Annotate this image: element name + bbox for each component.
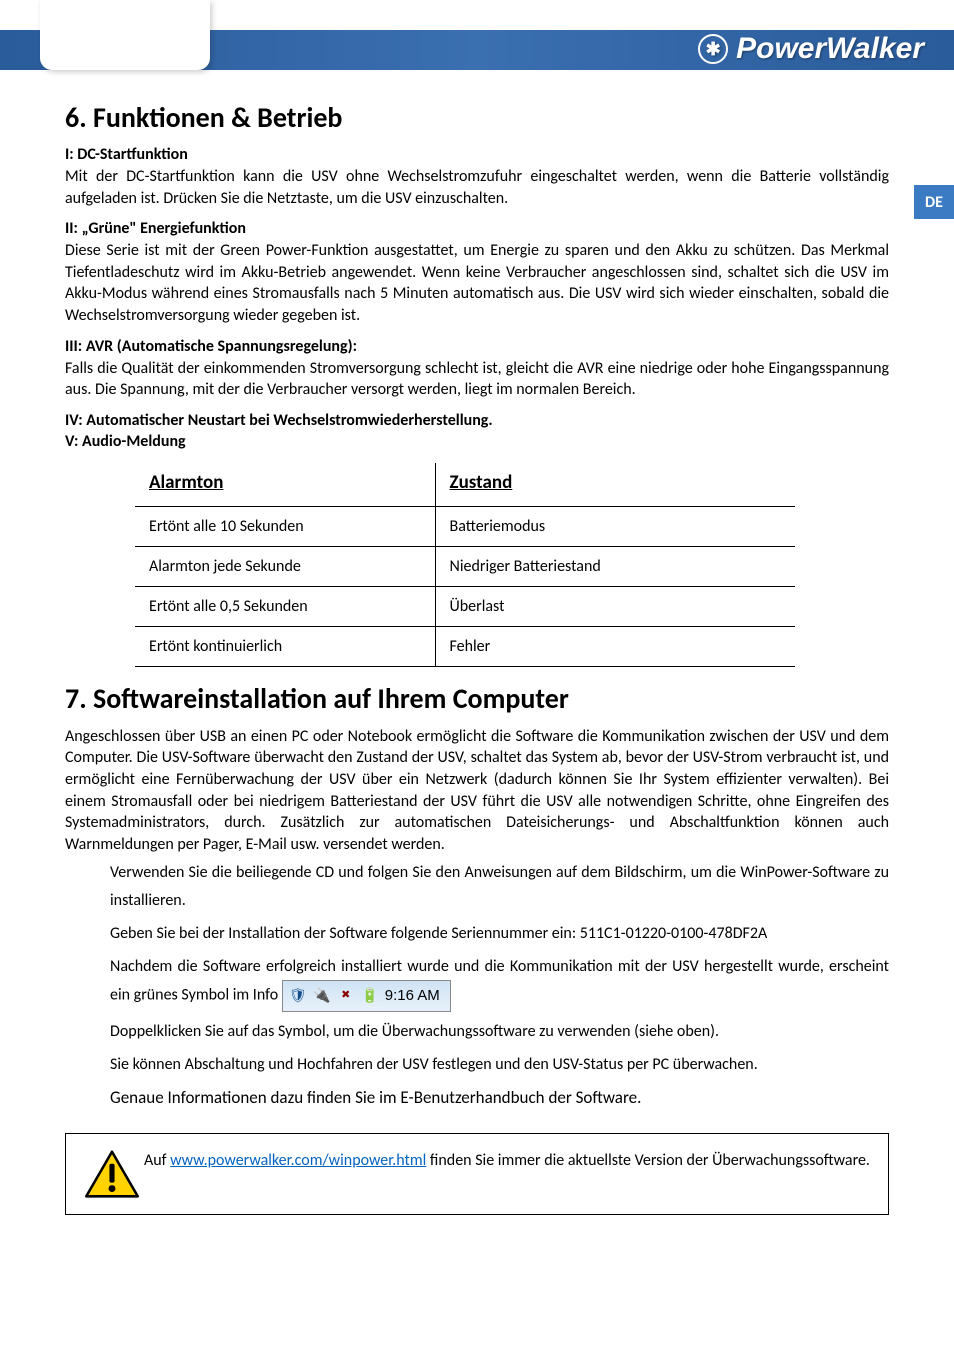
cell: Batteriemodus bbox=[435, 506, 795, 546]
cell: Fehler bbox=[435, 626, 795, 666]
brand-logo: ✱ PowerWalker bbox=[698, 32, 924, 66]
cell: Ertönt alle 10 Sekunden bbox=[135, 506, 435, 546]
tray-green-icon: 🔋 bbox=[361, 987, 379, 1005]
section-7-title: 7. Softwareinstallation auf Ihrem Comput… bbox=[65, 681, 889, 716]
cell: Ertönt alle 0,5 Sekunden bbox=[135, 586, 435, 626]
table-row: Ertönt kontinuierlich Fehler bbox=[135, 626, 795, 666]
sub-v-head: V: Audio-Meldung bbox=[65, 432, 889, 451]
col-zustand: Zustand bbox=[435, 463, 795, 507]
warning-icon bbox=[84, 1150, 140, 1198]
table-row: Ertönt alle 0,5 Sekunden Überlast bbox=[135, 586, 795, 626]
notice-link[interactable]: www.powerwalker.com/winpower.html bbox=[170, 1151, 426, 1170]
step-2: Geben Sie bei der Installation der Softw… bbox=[110, 920, 889, 947]
brand-text: PowerWalker bbox=[736, 32, 924, 66]
page-content: 6. Funktionen & Betrieb I: DC-Startfunkt… bbox=[0, 70, 954, 1255]
sub-iv-head: IV: Automatischer Neustart bei Wechselst… bbox=[65, 411, 889, 430]
tray-time: 9:16 AM bbox=[385, 983, 440, 1009]
notice-pre: Auf bbox=[144, 1151, 170, 1170]
language-label: DE bbox=[925, 193, 943, 212]
system-tray: 🛡 🔌 ✖ 🔋 9:16 AM bbox=[282, 980, 451, 1012]
step-4: Doppelklicken Sie auf das Symbol, um die… bbox=[110, 1018, 889, 1045]
sub-i-head: I: DC-Startfunktion bbox=[65, 145, 889, 164]
sub-ii-body: Diese Serie ist mit der Green Power-Funk… bbox=[65, 240, 889, 326]
table-row: Ertönt alle 10 Sekunden Batteriemodus bbox=[135, 506, 795, 546]
notice-post: finden Sie immer die aktuellste Version … bbox=[426, 1151, 870, 1170]
header-tab bbox=[40, 0, 210, 70]
col-alarmton: Alarmton bbox=[135, 463, 435, 507]
steps-list: Verwenden Sie die beiliegende CD und fol… bbox=[65, 859, 889, 1113]
cell: Alarmton jede Sekunde bbox=[135, 546, 435, 586]
alarm-table: Alarmton Zustand Ertönt alle 10 Sekunden… bbox=[135, 463, 795, 667]
section-6-title: 6. Funktionen & Betrieb bbox=[65, 100, 889, 135]
plug-icon: ✱ bbox=[698, 34, 728, 64]
step-5: Sie können Abschaltung und Hochfahren de… bbox=[110, 1051, 889, 1078]
tray-shield-icon: 🛡 bbox=[289, 987, 307, 1005]
cell: Ertönt kontinuierlich bbox=[135, 626, 435, 666]
cell: Überlast bbox=[435, 586, 795, 626]
section-7-intro: Angeschlossen über USB an einen PC oder … bbox=[65, 726, 889, 856]
sub-ii-head: II: „Grüne" Energiefunktion bbox=[65, 219, 889, 238]
sub-iii-body: Falls die Qualität der einkommenden Stro… bbox=[65, 358, 889, 401]
notice-box: Auf www.powerwalker.com/winpower.html fi… bbox=[65, 1133, 889, 1215]
step-1: Verwenden Sie die beiliegende CD und fol… bbox=[110, 859, 889, 913]
table-row: Alarmton jede Sekunde Niedriger Batterie… bbox=[135, 546, 795, 586]
step-3-text: Nachdem die Software erfolgreich install… bbox=[110, 957, 889, 1005]
sub-i-body: Mit der DC-Startfunktion kann die USV oh… bbox=[65, 166, 889, 209]
sub-iii-head: III: AVR (Automatische Spannungsregelung… bbox=[65, 337, 889, 356]
table-header-row: Alarmton Zustand bbox=[135, 463, 795, 507]
language-tab: DE bbox=[914, 185, 954, 219]
cell: Niedriger Batteriestand bbox=[435, 546, 795, 586]
tray-x-icon: ✖ bbox=[337, 987, 355, 1005]
page-header: ✱ PowerWalker bbox=[0, 0, 954, 70]
tray-plug-icon: 🔌 bbox=[313, 987, 331, 1005]
step-3: Nachdem die Software erfolgreich install… bbox=[110, 953, 889, 1012]
step-6: Genaue Informationen dazu finden Sie im … bbox=[110, 1084, 889, 1113]
notice-text: Auf www.powerwalker.com/winpower.html fi… bbox=[144, 1150, 870, 1172]
